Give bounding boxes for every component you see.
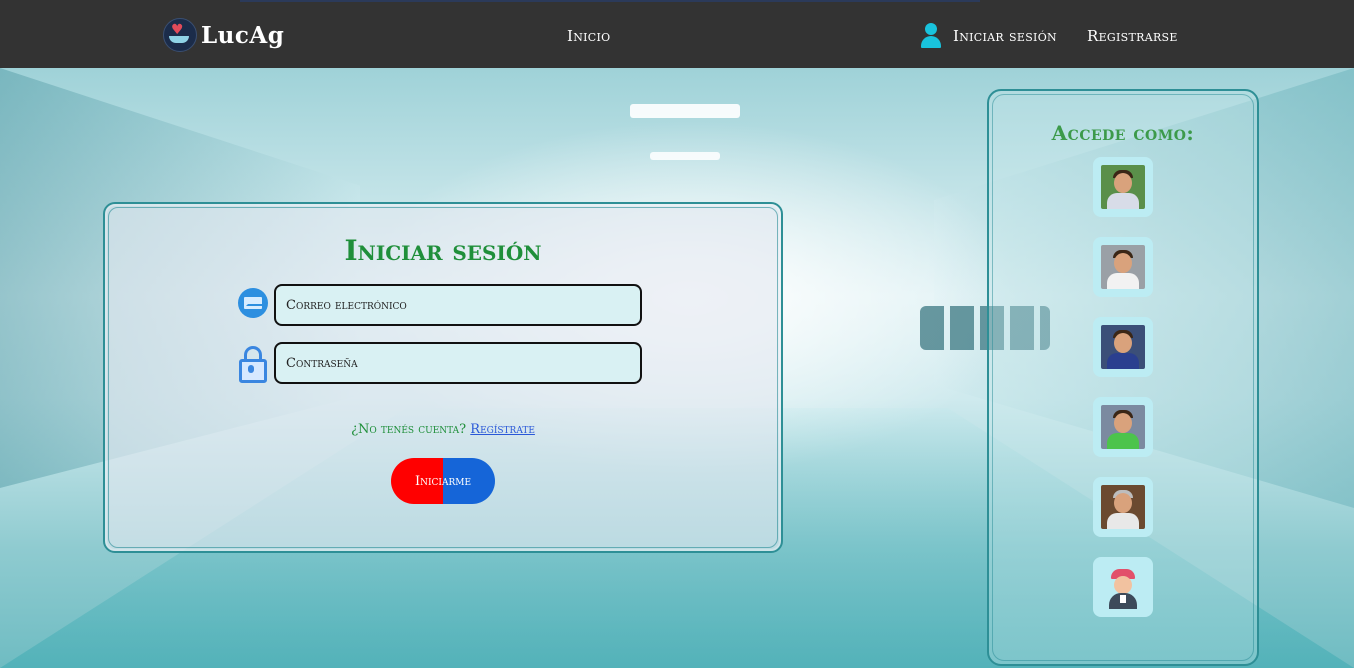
register-prompt: ¿No tenés cuenta? Regístrate [105,422,781,437]
person-photo-icon [1101,245,1145,289]
person-photo-icon [1101,405,1145,449]
avatar-user-1[interactable] [1093,157,1153,217]
person-photo-icon [1101,325,1145,369]
nav-link-login[interactable]: Iniciar sesión [953,27,1057,45]
email-field[interactable] [274,284,642,326]
quick-access-title: Accede como: [1051,121,1195,145]
nav-link-register[interactable]: Registrarse [1087,27,1178,45]
mail-icon [238,288,268,322]
brand-logo[interactable]: ♥ LucAg [163,18,284,52]
no-account-text: ¿No tenés cuenta? [351,422,467,437]
ceiling-light [650,152,720,160]
person-photo-icon [1101,485,1145,529]
password-row [238,342,642,384]
lock-icon [238,346,268,383]
avatar-user-4[interactable] [1093,397,1153,457]
person-photo-icon [1101,165,1145,209]
ceiling-light [630,104,740,118]
brand-name: LucAg [201,21,285,49]
woman-cartoon-icon [1101,565,1145,609]
avatar-user-6[interactable] [1093,557,1153,617]
navbar: ♥ LucAg Inicio Iniciar sesión Registrars… [0,0,1354,68]
login-title: Iniciar sesión [344,234,542,267]
avatar-user-5[interactable] [1093,477,1153,537]
avatar-user-3[interactable] [1093,317,1153,377]
navbar-top-line [240,0,980,2]
register-link[interactable]: Regístrate [470,422,535,437]
avatar-user-2[interactable] [1093,237,1153,297]
quick-access-panel: Accede como: [987,89,1259,666]
password-field[interactable] [274,342,642,384]
login-submit-button[interactable]: Iniciarme [391,458,495,504]
login-card: Iniciar sesión ¿No tenés cuenta? Regístr… [103,202,783,553]
heart-hand-logo-icon: ♥ [163,18,197,52]
user-icon [920,23,942,49]
nav-link-inicio[interactable]: Inicio [567,27,610,45]
email-row [238,284,642,326]
